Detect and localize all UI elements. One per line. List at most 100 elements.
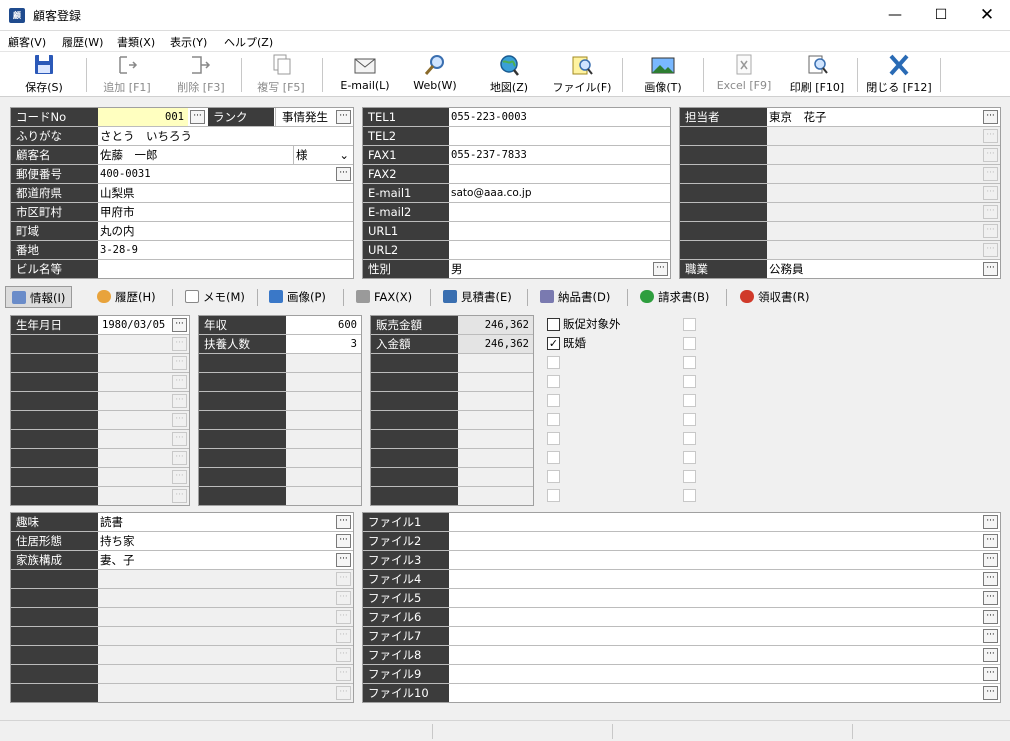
tel1-input[interactable]: 055-223-0003 [449, 108, 670, 126]
map-button[interactable]: 地図(Z) [476, 54, 542, 96]
rank-value[interactable]: 事情発生 [275, 108, 335, 126]
tab-invoice[interactable]: 請求書(B) [640, 286, 709, 308]
file-browse-button[interactable]: ··· [983, 610, 998, 624]
close-button[interactable]: 閉じる [F12] [864, 54, 934, 96]
sex-input[interactable]: 男 [449, 260, 649, 278]
tab-memo[interactable]: メモ(M) [185, 286, 245, 308]
dependents-input[interactable]: 3 [286, 335, 361, 353]
fax1-input[interactable]: 055-237-7833 [449, 146, 670, 164]
tab-receipt[interactable]: 領収書(R) [740, 286, 809, 308]
honorific-select[interactable]: 様 ⌄ [293, 146, 353, 164]
file-browse-button[interactable]: ··· [983, 572, 998, 586]
delete-button[interactable]: 削除 [F3] [168, 54, 234, 96]
file-path-input[interactable] [449, 684, 979, 702]
addr-input[interactable]: 3-28-9 [98, 241, 353, 259]
file-browse-button[interactable]: ··· [983, 515, 998, 529]
zip-input[interactable]: 400-0031 [98, 165, 333, 183]
person-lookup-button[interactable]: ··· [983, 110, 998, 124]
income-empty-row [199, 373, 361, 392]
house-input[interactable]: 持ち家 [98, 532, 333, 550]
file-browse-button[interactable]: ··· [983, 629, 998, 643]
bldg-input[interactable] [98, 260, 353, 278]
file-path-input[interactable] [449, 627, 979, 645]
print-button[interactable]: 印刷 [F10] [784, 54, 850, 96]
job-input[interactable]: 公務員 [767, 260, 977, 278]
promo-exclude-checkbox[interactable] [547, 318, 560, 331]
file-button[interactable]: ファイル(F) [549, 54, 615, 96]
save-button[interactable]: 保存(S) [14, 54, 74, 96]
person-input[interactable]: 東京 花子 [767, 108, 977, 126]
maximize-button[interactable]: ☐ [918, 0, 964, 31]
copy-button[interactable]: 複写 [F5] [248, 54, 314, 96]
fax2-input[interactable] [449, 165, 670, 183]
mail1-input[interactable]: sato@aaa.co.jp [449, 184, 670, 202]
bldg-row: ビル名等 [11, 260, 353, 279]
disabled-lookup: ··· [983, 129, 998, 143]
code-input[interactable]: 001 [98, 108, 188, 126]
tel2-input[interactable] [449, 127, 670, 145]
birth-input[interactable]: 1980/03/05 [98, 316, 170, 334]
web-button[interactable]: Web(W) [404, 54, 466, 96]
married-checkbox[interactable]: ✓ [547, 337, 560, 350]
tab-image[interactable]: 画像(P) [269, 286, 326, 308]
file-label: ファイル9 [363, 665, 449, 683]
add-button[interactable]: 追加 [F1] [94, 54, 160, 96]
income-input[interactable]: 600 [286, 316, 361, 334]
file-browse-button[interactable]: ··· [983, 667, 998, 681]
file-browse-button[interactable]: ··· [983, 591, 998, 605]
file-path-input[interactable] [449, 551, 979, 569]
email-button[interactable]: E-mail(L) [332, 54, 398, 96]
file-path-input[interactable] [449, 608, 979, 626]
name-input[interactable]: 佐藤 一郎 [98, 146, 293, 164]
excel-button[interactable]: Excel [F9] [711, 54, 777, 96]
window-close-button[interactable]: ✕ [964, 0, 1010, 31]
tab-fax[interactable]: FAX(X) [356, 286, 412, 308]
rank-lookup-button[interactable]: ··· [336, 110, 351, 124]
file-path-input[interactable] [449, 570, 979, 588]
birth-empty-row: ··· [11, 487, 189, 506]
file-browse-button[interactable]: ··· [983, 534, 998, 548]
empty-checkbox [683, 356, 696, 369]
tab-info[interactable]: 情報(I) [5, 286, 73, 308]
town-input[interactable]: 丸の内 [98, 222, 353, 240]
tel1-label: TEL1 [363, 108, 449, 126]
tab-delivery[interactable]: 納品書(D) [540, 286, 610, 308]
image-button[interactable]: 画像(T) [630, 54, 696, 96]
empty-label [371, 468, 458, 486]
url1-input[interactable] [449, 222, 670, 240]
file-browse-button[interactable]: ··· [983, 648, 998, 662]
file-browse-button[interactable]: ··· [983, 553, 998, 567]
tab-history[interactable]: 履歴(H) [97, 286, 156, 308]
menu-history[interactable]: 履歴(W) [62, 34, 103, 50]
menu-help[interactable]: ヘルプ(Z) [224, 34, 273, 50]
city-input[interactable]: 甲府市 [98, 203, 353, 221]
calendar-button[interactable]: ··· [172, 318, 187, 332]
file-path-input[interactable] [449, 513, 979, 531]
file-path-input[interactable] [449, 646, 979, 664]
file-path-input[interactable] [449, 589, 979, 607]
mail2-input[interactable] [449, 203, 670, 221]
hobby-input[interactable]: 読書 [98, 513, 333, 531]
menu-view[interactable]: 表示(Y) [170, 34, 207, 50]
menu-documents[interactable]: 書類(X) [117, 34, 155, 50]
zip-lookup-button[interactable]: ··· [336, 167, 351, 181]
file-label: ファイル10 [363, 684, 449, 702]
family-input[interactable]: 妻、子 [98, 551, 333, 569]
job-lookup-button[interactable]: ··· [983, 262, 998, 276]
pref-input[interactable]: 山梨県 [98, 184, 353, 202]
house-lookup-button[interactable]: ··· [336, 534, 351, 548]
family-lookup-button[interactable]: ··· [336, 553, 351, 567]
minimize-button[interactable]: — [872, 0, 918, 31]
kana-input[interactable]: さとう いちろう [98, 127, 353, 145]
file-path-input[interactable] [449, 532, 979, 550]
file-path-input[interactable] [449, 665, 979, 683]
sex-label: 性別 [363, 260, 449, 278]
file-browse-button[interactable]: ··· [983, 686, 998, 700]
disabled-lookup: ··· [336, 648, 351, 662]
hobby-lookup-button[interactable]: ··· [336, 515, 351, 529]
url2-input[interactable] [449, 241, 670, 259]
code-lookup-button[interactable]: ··· [190, 110, 205, 124]
tab-estimate[interactable]: 見積書(E) [443, 286, 512, 308]
menu-customer[interactable]: 顧客(V) [8, 34, 46, 50]
sex-lookup-button[interactable]: ··· [653, 262, 668, 276]
